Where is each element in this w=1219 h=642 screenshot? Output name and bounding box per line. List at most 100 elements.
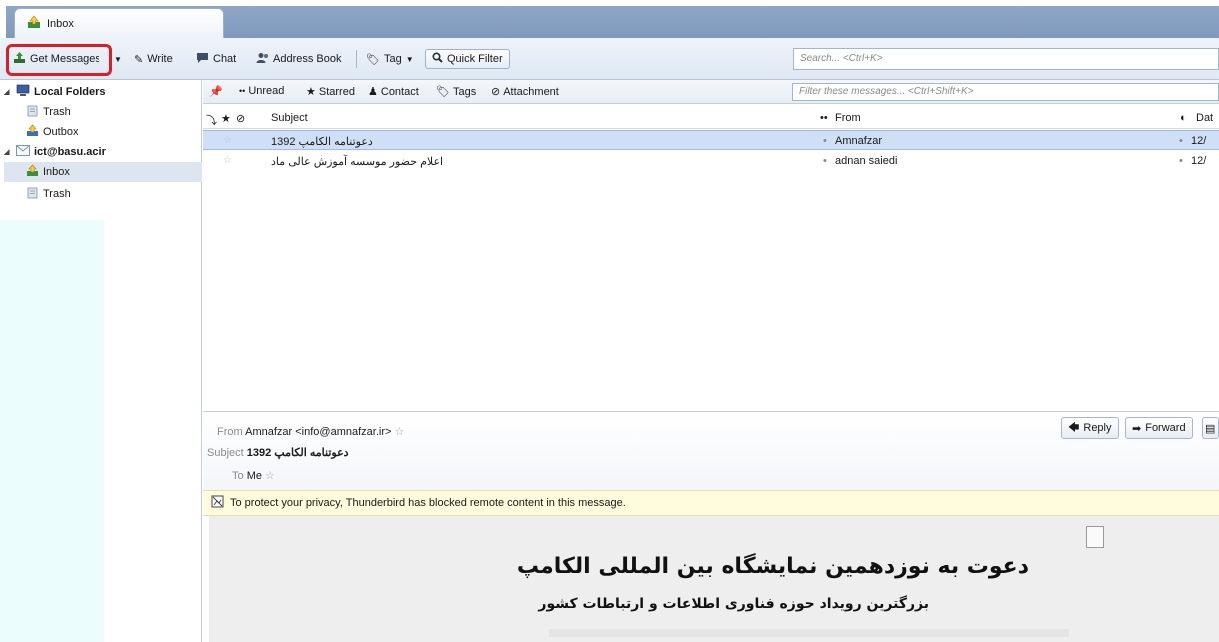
to-value[interactable]: Me — [247, 470, 262, 482]
toolbar-separator — [356, 50, 357, 68]
unread-icon: •• — [239, 86, 246, 96]
folder-inbox[interactable]: Inbox — [4, 162, 202, 182]
inbox-icon — [26, 164, 39, 180]
pin-icon: 📌 — [209, 86, 223, 98]
dot-icon: • — [1179, 135, 1183, 147]
tag-icon: 🏷 — [436, 86, 450, 98]
filter-unread-button[interactable]: •• Unread — [239, 85, 284, 97]
message-from: Amnafzar — [835, 135, 883, 147]
message-body: دعوت به نوزدهمین نمایشگاه بین المللی الک… — [203, 516, 1219, 642]
subject-column-header[interactable]: Subject — [271, 112, 308, 124]
tag-label: Tag — [383, 53, 402, 65]
folder-pane-tint — [0, 220, 104, 642]
quick-filter-label: Quick Filter — [447, 53, 503, 65]
column-headers: ⤵ ★ ⊘ Subject •• From ◐ Dat — [203, 109, 1219, 129]
tag-icon: 🏷 — [366, 53, 380, 66]
star-column-icon[interactable]: ★ — [221, 112, 231, 125]
chat-label: Chat — [213, 53, 237, 65]
filter-starred-button[interactable]: ★ Starred — [306, 85, 355, 99]
paperclip-icon: ⊘ — [491, 86, 501, 98]
tab-strip: Inbox — [0, 0, 1219, 38]
forward-button[interactable]: ➡ Forward — [1125, 417, 1193, 439]
folder-account[interactable]: ◢ ict@basu.acir — [4, 142, 106, 162]
thread-column-icon[interactable]: ⤵ — [206, 112, 217, 128]
main-toolbar: Get Messages ▼ ✎ Write Chat Address Book… — [0, 38, 1219, 80]
filter-attachment-button[interactable]: ⊘ Attachment — [491, 85, 559, 99]
from-label: From — [217, 426, 243, 438]
search-input[interactable]: Search... <Ctrl+K> — [793, 48, 1219, 70]
quick-filter-button[interactable]: Quick Filter — [425, 49, 510, 69]
get-messages-dropdown[interactable]: ▼ — [114, 49, 122, 69]
date-column-icon[interactable]: ◐ — [1180, 112, 1187, 124]
filter-label: Starred — [318, 85, 355, 98]
quick-filter-bar: 📌 •• Unread ★ Starred ♟ Contact 🏷 Tags ⊘… — [203, 80, 1219, 104]
get-messages-button[interactable]: Get Messages — [13, 49, 99, 69]
reply-arrow-icon: 🡄 — [1068, 421, 1080, 434]
forward-label: Forward — [1145, 422, 1186, 434]
write-button[interactable]: ✎ Write — [134, 49, 173, 69]
tag-button[interactable]: 🏷 Tag ▼ — [366, 49, 414, 69]
filter-tags-button[interactable]: 🏷 Tags — [436, 85, 476, 99]
date-column-header[interactable]: Dat — [1196, 112, 1213, 124]
message-body-content: دعوت به نوزدهمین نمایشگاه بین المللی الک… — [209, 516, 1219, 642]
table-row[interactable]: ☆ دعوتنامه الکامپ 1392 • Amnafzar • 12/ — [203, 130, 1219, 150]
body-title: دعوت به نوزدهمین نمایشگاه بین المللی الک… — [516, 554, 1029, 579]
subject-row: Subject دعوتنامه الکامپ 1392 — [207, 446, 349, 459]
address-book-label: Address Book — [273, 53, 342, 65]
tab-label: Inbox — [47, 17, 74, 30]
contact-icon: ♟ — [368, 86, 378, 98]
star-icon[interactable]: ☆ — [223, 155, 232, 166]
expand-triangle-icon: ◢ — [4, 149, 10, 156]
reply-button[interactable]: 🡄 Reply — [1061, 417, 1119, 439]
folder-outbox[interactable]: Outbox — [26, 122, 78, 142]
address-book-button[interactable]: Address Book — [256, 49, 341, 69]
write-label: Write — [147, 53, 173, 65]
subject-value: دعوتنامه الکامپ 1392 — [246, 447, 349, 459]
remote-content-notice: To protect your privacy, Thunderbird has… — [203, 490, 1219, 516]
message-date: 12/ — [1191, 135, 1207, 147]
from-value[interactable]: Amnafzar <info@amnafzar.ir> — [245, 426, 391, 438]
filter-contact-button[interactable]: ♟ Contact — [368, 85, 419, 99]
filter-messages-input[interactable]: Filter these messages... <Ctrl+Shift+K> — [792, 83, 1219, 101]
sticky-pin-button[interactable]: 📌 — [209, 85, 223, 98]
message-subject: اعلام حضور موسسه آموزش عالی ماد — [271, 156, 444, 168]
from-column-header[interactable]: From — [835, 112, 861, 124]
star-icon[interactable]: ☆ — [223, 135, 232, 146]
read-dot-icon[interactable]: • — [823, 135, 827, 147]
filter-label: Contact — [380, 85, 419, 98]
chat-button[interactable]: Chat — [196, 49, 236, 69]
archive-icon: ▤ — [1205, 422, 1216, 435]
to-row: To Me ☆ — [232, 469, 275, 482]
contacts-icon — [256, 52, 269, 67]
mail-account-icon — [16, 145, 30, 159]
filter-label: Unread — [248, 85, 285, 97]
read-dot-icon[interactable]: • — [823, 155, 827, 167]
dot-icon: • — [1179, 155, 1183, 167]
message-header-pane: From Amnafzar <info@amnafzar.ir> ☆ Subje… — [203, 411, 1219, 490]
folder-account-trash[interactable]: Trash — [26, 184, 71, 204]
read-column-icon[interactable]: •• — [820, 112, 828, 124]
notice-text: To protect your privacy, Thunderbird has… — [230, 497, 626, 509]
dropdown-arrow-icon: ▼ — [405, 54, 414, 64]
folder-label: Trash — [43, 188, 71, 200]
archive-button[interactable]: ▤ — [1202, 417, 1219, 439]
subject-label: Subject — [207, 447, 244, 459]
folder-local-folders[interactable]: ◢ Local Folders — [4, 82, 106, 102]
table-row[interactable]: ☆ اعلام حضور موسسه آموزش عالی ماد • adna… — [203, 151, 1219, 171]
inbox-icon — [27, 15, 41, 32]
pencil-icon: ✎ — [134, 53, 144, 66]
expand-triangle-icon: ◢ — [4, 89, 10, 96]
computer-icon — [16, 84, 30, 100]
message-date: 12/ — [1191, 155, 1207, 167]
attachment-column-icon[interactable]: ⊘ — [236, 112, 245, 125]
forward-arrow-icon: ➡ — [1132, 422, 1142, 435]
tab-inbox[interactable]: Inbox — [14, 8, 224, 38]
star-icon[interactable]: ☆ — [265, 470, 275, 482]
folder-label: Outbox — [43, 126, 79, 138]
star-icon[interactable]: ☆ — [394, 426, 404, 438]
get-messages-label: Get Messages — [30, 53, 99, 65]
filter-label: Attachment — [503, 85, 559, 98]
folder-trash[interactable]: Trash — [26, 102, 71, 122]
folder-label: Local Folders — [34, 86, 106, 98]
from-row: From Amnafzar <info@amnafzar.ir> ☆ — [217, 425, 404, 438]
